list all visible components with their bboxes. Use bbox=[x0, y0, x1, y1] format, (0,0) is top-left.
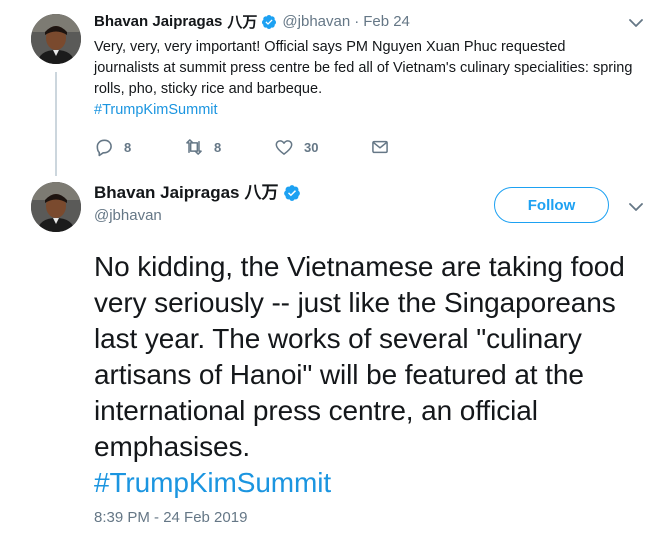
chevron-down-icon[interactable] bbox=[627, 14, 645, 32]
retweet-button[interactable]: 8 bbox=[184, 137, 274, 157]
tweet1-actions: 8 8 30 bbox=[94, 137, 390, 157]
author-handle[interactable]: @jbhavan bbox=[94, 207, 162, 224]
verified-badge-icon bbox=[262, 15, 277, 29]
like-button[interactable]: 30 bbox=[274, 137, 370, 157]
tweet-timestamp[interactable]: 8:39 PM - 24 Feb 2019 bbox=[94, 509, 247, 526]
tweet2-author: Bhavan Jaipragas 八万 bbox=[94, 182, 301, 204]
like-count: 30 bbox=[304, 139, 319, 155]
chevron-down-icon[interactable] bbox=[627, 198, 645, 216]
tweet1-text: Very, very, very important! Official say… bbox=[94, 37, 634, 121]
tweet1-header: Bhavan Jaipragas 八万 @jbhavan · Feb 24 bbox=[94, 12, 410, 32]
hashtag-link[interactable]: #TrumpKimSummit bbox=[94, 102, 218, 118]
follow-button[interactable]: Follow bbox=[494, 187, 609, 223]
tweet-date[interactable]: Feb 24 bbox=[363, 12, 410, 32]
reply-button[interactable]: 8 bbox=[94, 137, 184, 157]
author-handle[interactable]: @jbhavan bbox=[282, 12, 350, 32]
tweet2-text: No kidding, the Vietnamese are taking fo… bbox=[94, 249, 634, 501]
separator-dot: · bbox=[354, 13, 360, 30]
retweet-icon bbox=[186, 139, 202, 155]
retweet-count: 8 bbox=[214, 139, 222, 155]
reply-icon bbox=[96, 139, 112, 157]
like-icon bbox=[275, 140, 293, 155]
author-name[interactable]: Bhavan Jaipragas bbox=[94, 12, 222, 32]
direct-message-button[interactable] bbox=[370, 137, 390, 157]
author-name-cjk[interactable]: 八万 bbox=[227, 12, 257, 32]
hashtag-link[interactable]: #TrumpKimSummit bbox=[94, 467, 331, 498]
verified-badge-icon bbox=[283, 185, 300, 201]
direct-message-icon bbox=[372, 140, 388, 154]
avatar[interactable] bbox=[31, 182, 81, 232]
tweet-text: No kidding, the Vietnamese are taking fo… bbox=[94, 251, 625, 462]
thread-connector-line bbox=[55, 72, 57, 176]
author-name-cjk[interactable]: 八万 bbox=[245, 182, 279, 204]
tweet-text: Very, very, very important! Official say… bbox=[94, 39, 633, 97]
author-name[interactable]: Bhavan Jaipragas bbox=[94, 182, 240, 204]
avatar[interactable] bbox=[31, 14, 81, 64]
reply-count: 8 bbox=[124, 139, 132, 155]
